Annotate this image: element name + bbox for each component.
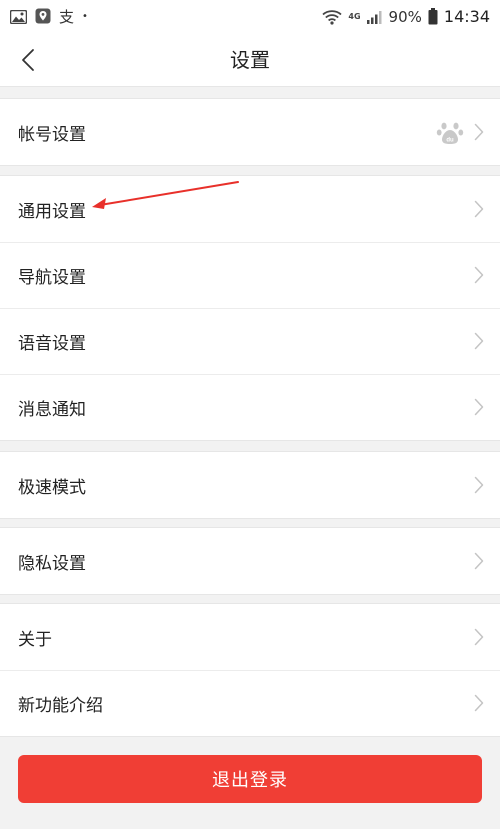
- settings-row-speed-mode[interactable]: 极速模式: [0, 452, 500, 518]
- status-left: 支 •: [10, 6, 88, 27]
- settings-row-navigation[interactable]: 导航设置: [0, 242, 500, 308]
- row-label: 新功能介绍: [18, 695, 103, 716]
- svg-text:du: du: [446, 138, 454, 144]
- settings-row-general[interactable]: 通用设置: [0, 176, 500, 242]
- chevron-right-icon: [474, 552, 484, 570]
- row-label: 极速模式: [18, 477, 86, 498]
- chevron-right-icon: [474, 200, 484, 218]
- settings-row-privacy[interactable]: 隐私设置: [0, 528, 500, 594]
- chevron-right-icon: [474, 332, 484, 350]
- status-time: 14:34: [443, 7, 490, 26]
- row-label: 隐私设置: [18, 553, 86, 574]
- nav-header: 设置: [0, 33, 500, 87]
- battery-icon: [428, 8, 438, 25]
- row-label: 导航设置: [18, 267, 86, 288]
- row-label: 关于: [18, 629, 52, 650]
- status-left-text: 支: [59, 8, 75, 26]
- wifi-icon: [322, 9, 343, 25]
- baidu-paw-icon: du: [436, 122, 464, 144]
- row-label: 消息通知: [18, 399, 86, 420]
- battery-percent: 90%: [388, 7, 422, 26]
- settings-row-about[interactable]: 关于: [0, 604, 500, 670]
- chevron-right-icon: [474, 266, 484, 284]
- network-type: 4G: [348, 11, 361, 21]
- chevron-right-icon: [474, 123, 484, 141]
- group-privacy: 隐私设置: [0, 527, 500, 595]
- settings-row-voice[interactable]: 语音设置: [0, 308, 500, 374]
- signal-icon: [366, 10, 382, 24]
- location-icon: [35, 8, 51, 23]
- status-bar: 支 • 4G 90% 14:34: [0, 0, 500, 33]
- row-label: 帐号设置: [18, 124, 86, 145]
- settings-row-notifications[interactable]: 消息通知: [0, 374, 500, 440]
- logout-button[interactable]: 退出登录: [18, 755, 482, 803]
- chevron-right-icon: [474, 398, 484, 416]
- row-label: 语音设置: [18, 333, 86, 354]
- page-title: 设置: [230, 48, 270, 72]
- chevron-right-icon: [474, 628, 484, 646]
- group-speed: 极速模式: [0, 451, 500, 519]
- settings-row-account[interactable]: 帐号设置 du: [0, 99, 500, 165]
- group-general: 通用设置 导航设置 语音设置 消息通知: [0, 175, 500, 441]
- row-label: 通用设置: [18, 201, 86, 222]
- chevron-right-icon: [474, 476, 484, 494]
- settings-row-new-features[interactable]: 新功能介绍: [0, 670, 500, 736]
- group-account: 帐号设置 du: [0, 98, 500, 166]
- chevron-right-icon: [474, 694, 484, 712]
- group-about: 关于 新功能介绍: [0, 603, 500, 737]
- status-dot: •: [82, 11, 88, 22]
- gallery-icon: [10, 9, 27, 24]
- status-right: 4G 90% 14:34: [322, 7, 490, 26]
